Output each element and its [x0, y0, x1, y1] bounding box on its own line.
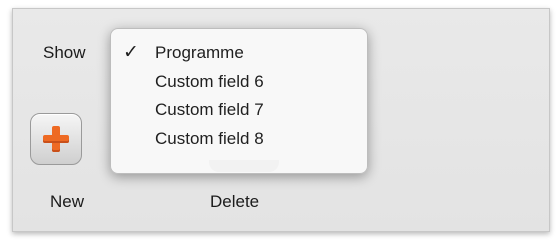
checkmark-icon: ✓	[123, 42, 139, 63]
new-button[interactable]	[30, 113, 82, 165]
show-dropdown-menu: ✓ Programme Custom field 6 Custom field …	[110, 28, 368, 174]
menu-item-custom-field-7[interactable]: Custom field 7	[111, 97, 367, 123]
menu-item-label: Custom field 8	[155, 129, 264, 148]
menu-item-custom-field-6[interactable]: Custom field 6	[111, 69, 367, 95]
new-button-label: New	[50, 192, 85, 211]
show-label: Show	[43, 43, 86, 62]
menu-item-label: Custom field 7	[155, 100, 264, 119]
menu-item-label: Custom field 6	[155, 72, 264, 91]
menu-item-label: Programme	[155, 43, 244, 62]
menu-item-programme[interactable]: ✓ Programme	[111, 40, 367, 66]
delete-button-label: Delete	[210, 192, 260, 211]
plus-icon	[43, 126, 69, 152]
menu-item-custom-field-8[interactable]: Custom field 8	[111, 126, 367, 152]
screen: Show New Delete ✓ Programme Custom field…	[0, 0, 558, 246]
